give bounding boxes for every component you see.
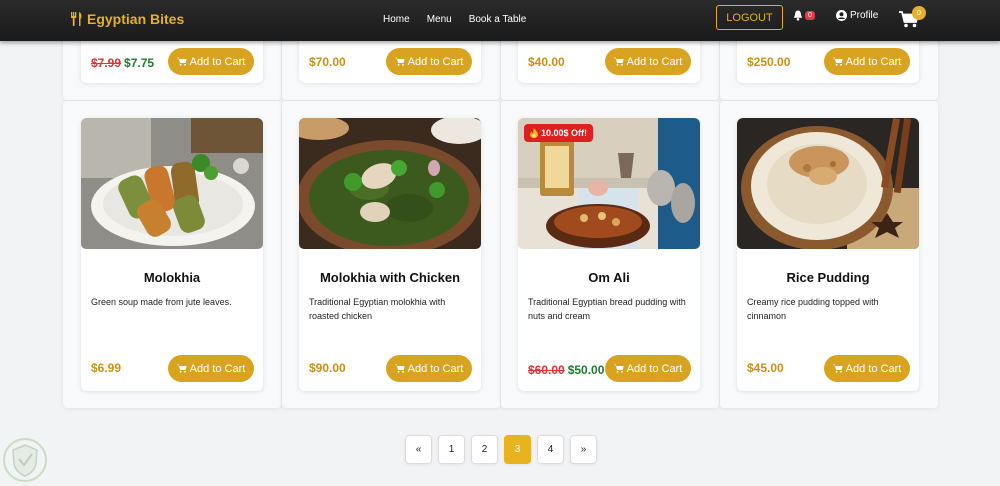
add-to-cart-button[interactable]: Add to Cart [386,355,472,382]
product-card-rice-pudding: Rice Pudding Creamy rice pudding topped … [737,118,919,391]
add-to-cart-label: Add to Cart [626,362,683,375]
nav-home[interactable]: Home [383,14,410,25]
price: $45.00 [747,361,784,375]
nav-book-table[interactable]: Book a Table [469,14,527,25]
cart-icon [176,364,187,373]
price: $70.00 [309,55,346,69]
brand-logo[interactable]: Egyptian Bites [70,11,184,27]
price: $40.00 [528,55,565,69]
product-description: Creamy rice pudding topped with cinnamon [747,297,879,321]
sale-price: $7.75 [124,56,155,70]
add-to-cart-button[interactable]: Add to Cart [168,48,254,75]
user-circle-icon [836,10,847,21]
pagination-page-2[interactable]: 2 [471,435,498,464]
add-to-cart-label: Add to Cart [407,362,464,375]
pagination-page-1[interactable]: 1 [438,435,465,464]
price: $6.99 [91,361,122,375]
product-description: Traditional Egyptian bread pudding with … [528,297,686,321]
add-to-cart-button[interactable]: Add to Cart [824,48,910,75]
bell-icon [793,10,803,21]
product-image-molokhia-chicken [299,118,481,249]
notifications-button[interactable]: 0 [793,10,815,21]
product-card-molokhia-chicken: Molokhia with Chicken Traditional Egypti… [299,118,481,391]
add-to-cart-label: Add to Cart [845,55,902,68]
pagination-prev[interactable]: « [405,435,432,464]
pagination-next[interactable]: » [570,435,597,464]
cart-icon [176,57,187,66]
sale-price: $50.00 [567,363,605,377]
old-price: $7.99 [91,56,122,70]
profile-label: Profile [850,10,879,21]
add-to-cart-button[interactable]: Add to Cart [168,355,254,382]
cart-count-badge: 0 [912,6,926,20]
add-to-cart-label: Add to Cart [626,55,683,68]
utensils-icon [71,12,82,26]
product-title: Molokhia with Chicken [319,270,461,285]
cart-icon [832,57,843,66]
product-image-rice-pudding [737,118,919,249]
add-to-cart-button[interactable]: Add to Cart [605,355,691,382]
add-to-cart-label: Add to Cart [845,362,902,375]
add-to-cart-label: Add to Cart [407,55,464,68]
add-to-cart-button[interactable]: Add to Cart [605,48,691,75]
product-title: Molokhia [143,270,201,285]
product-description: Green soup made from jute leaves. [91,297,232,307]
discount-badge: 10.00$ Off! [524,124,594,142]
pagination-page-3[interactable]: 3 [504,435,531,464]
pagination: « 1 2 3 4 » [405,435,597,464]
brand-name: Egyptian Bites [87,11,185,27]
logout-button[interactable]: LOGOUT [716,5,783,30]
add-to-cart-button[interactable]: Add to Cart [824,355,910,382]
profile-link[interactable]: Profile [836,10,878,21]
product-card-om-ali: 10.00$ Off! Om Ali Traditional Egyptian … [518,118,700,391]
product-description: Traditional Egyptian molokhia with roast… [309,297,446,321]
price: $90.00 [309,361,346,375]
product-title: Om Ali [588,270,630,285]
discount-label: 10.00$ Off! [541,128,588,138]
old-price: $60.00 [528,363,565,377]
cart-icon [613,364,624,373]
navbar: Egyptian Bites Home Menu Book a Table LO… [0,0,1000,41]
product-title: Rice Pudding [786,270,870,285]
add-to-cart-button[interactable]: Add to Cart [386,48,472,75]
fire-icon [530,128,538,138]
cart-icon [832,364,843,373]
shield-watermark-icon [2,437,48,486]
pagination-page-4[interactable]: 4 [537,435,564,464]
nav-links: Home Menu Book a Table [383,14,543,25]
cart-icon [394,364,405,373]
product-card-molokhia: Molokhia Green soup made from jute leave… [81,118,263,391]
price-group: $7.99 $7.75 [91,54,154,72]
product-image-molokhia [81,118,263,249]
add-to-cart-label: Add to Cart [189,55,246,68]
add-to-cart-label: Add to Cart [189,362,246,375]
notifications-badge: 0 [805,11,815,20]
cart-icon [394,57,405,66]
price: $250.00 [747,55,791,69]
price-group: $60.00 $50.00 [528,361,604,379]
nav-menu[interactable]: Menu [427,14,452,25]
cart-icon [613,57,624,66]
